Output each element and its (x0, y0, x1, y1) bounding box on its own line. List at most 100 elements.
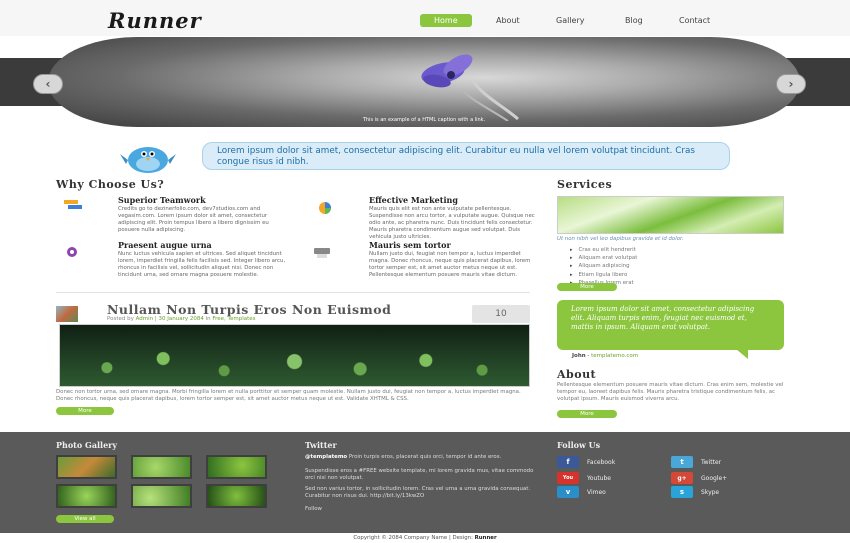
feature-mauris: Mauris sem tortor Nullam justo dui, feug… (369, 240, 539, 279)
copyright-text: Copyright © 2084 Company Name | Design: (353, 535, 473, 541)
testimonial-site-link[interactable]: templatemo.com (591, 353, 638, 359)
feature-body: Nunc luctus vehicula sapien et ultrices.… (118, 251, 286, 278)
vimeo-icon: v (557, 486, 579, 498)
printer-icon (314, 244, 334, 260)
follow-title: Follow Us (557, 440, 601, 450)
copyright: Copyright © 2084 Company Name | Design: … (0, 533, 850, 543)
nav-gallery[interactable]: Gallery (556, 14, 585, 27)
gallery-thumb[interactable] (131, 484, 192, 508)
slider-caption[interactable]: This is an example of a HTML caption wit… (48, 117, 800, 123)
gallery-view-all-button[interactable]: View all (56, 515, 114, 523)
chevron-right-icon: › (788, 77, 794, 91)
about-body: Pellentesque elementum posuere mauris vi… (557, 382, 784, 402)
nav-blog[interactable]: Blog (625, 14, 643, 27)
copyright-brand-link[interactable]: Runner (475, 535, 497, 541)
feature-title: Praesent augue urna (118, 240, 212, 250)
social-label: Google+ (701, 474, 728, 482)
tweet-text: Sed non varius tortor, in sollicitudin l… (305, 486, 531, 499)
site-logo[interactable]: Runner (108, 8, 202, 33)
post-meta-in: in (205, 316, 211, 322)
social-label: Vimeo (587, 488, 606, 496)
feature-praesent: Praesent augue urna Nunc luctus vehicula… (118, 240, 288, 279)
nav-home[interactable]: Home (420, 14, 472, 27)
twitter-bird-icon (120, 147, 176, 173)
post-categories-link[interactable]: Free, Templates (212, 316, 255, 322)
services-list: Cras eu elit hendrerit Aliquam erat volu… (570, 246, 638, 287)
about-title: About (557, 368, 597, 381)
image-slider: This is an example of a HTML caption wit… (48, 37, 800, 127)
post-meta-prefix: Posted by (107, 316, 134, 322)
intro-bubble: Lorem ipsum dolor sit amet, consectetur … (202, 142, 730, 170)
testimonial-quote: Lorem ipsum dolor sit amet, consectetur … (557, 300, 784, 350)
gallery-thumb[interactable] (131, 455, 192, 479)
social-vimeo[interactable]: v Vimeo (557, 486, 606, 498)
social-skype[interactable]: s Skype (671, 486, 719, 498)
why-title: Why Choose Us? (56, 178, 165, 191)
gallery-thumb[interactable] (56, 484, 117, 508)
post-more-button[interactable]: More (56, 407, 114, 415)
skype-icon: s (671, 486, 693, 498)
tweet-text: Suspendisse eros a #FREE website templat… (305, 468, 534, 481)
social-youtube[interactable]: You Youtube (557, 472, 611, 484)
nav-about[interactable]: About (496, 14, 520, 27)
tweet-text: Proin turpis eros, placerat quis orci, t… (348, 454, 502, 460)
feature-title: Mauris sem tortor (369, 240, 451, 250)
tweet: Suspendisse eros a #FREE website templat… (305, 468, 535, 482)
chevron-left-icon: ‹ (45, 77, 51, 91)
social-label: Youtube (587, 474, 611, 482)
social-googleplus[interactable]: g+ Google+ (671, 472, 727, 484)
social-label: Twitter (701, 458, 722, 466)
twitter-follow-link[interactable]: Follow (305, 506, 535, 513)
post-author-link[interactable]: Admin (136, 316, 154, 322)
services-image (557, 196, 784, 234)
feature-teamwork: Superior Teamwork Credits go to dezinerf… (118, 195, 288, 234)
social-label: Skype (701, 488, 720, 496)
twitter-title: Twitter (305, 440, 337, 450)
divider (56, 292, 530, 293)
gallery-title: Photo Gallery (56, 440, 118, 450)
youtube-icon: You (557, 472, 579, 484)
about-more-button[interactable]: More (557, 410, 617, 418)
tweet: Sed non varius tortor, in sollicitudin l… (305, 486, 535, 500)
testimonial-name: John (572, 353, 586, 359)
gallery-thumb[interactable] (206, 484, 267, 508)
pie-chart-icon (318, 200, 338, 216)
feature-marketing: Effective Marketing Mauris quis elit est… (369, 195, 539, 241)
post-title[interactable]: Nullam Non Turpis Eros Non Euismod (107, 302, 391, 317)
social-facebook[interactable]: f Facebook (557, 456, 615, 468)
gallery-thumb[interactable] (206, 455, 267, 479)
tweet: @templatemo Proin turpis eros, placerat … (305, 454, 535, 461)
services-title: Services (557, 178, 613, 191)
feature-body: Credits go to dezinerfolio.com, dev7stud… (118, 206, 269, 233)
list-item[interactable]: Aliquam adipiscing (570, 262, 637, 270)
post-thumbnail (56, 306, 78, 322)
feature-body: Mauris quis elit est non ante vulputate … (369, 206, 535, 240)
post-date: 30 January 2084 (158, 316, 204, 322)
comment-count-badge[interactable]: 10 (472, 305, 530, 323)
nav-contact[interactable]: Contact (679, 14, 710, 27)
speaker-icon (64, 244, 84, 260)
tweet-user[interactable]: @templatemo (305, 454, 347, 460)
feature-body: Nullam justo dui, feugiat non tempor a, … (369, 251, 531, 278)
gallery-thumb[interactable] (56, 455, 117, 479)
quote-tail (736, 349, 748, 359)
google-plus-icon: g+ (671, 472, 693, 484)
post-image (59, 324, 530, 387)
slider-next-button[interactable]: › (776, 74, 806, 94)
teamwork-icon (64, 198, 84, 214)
facebook-icon: f (557, 456, 579, 468)
services-caption: Ut non nibh vel leo dapibus gravida et i… (557, 236, 684, 242)
post-body: Donec non tortor urna, sed ornare magna.… (56, 389, 521, 402)
post-meta: Posted by Admin | 30 January 2084 in Fre… (107, 316, 256, 322)
services-more-button[interactable]: More (557, 283, 617, 291)
list-item[interactable]: Etiam ligula libero (570, 271, 637, 279)
twitter-icon: t (671, 456, 693, 468)
slider-prev-button[interactable]: ‹ (33, 74, 63, 94)
social-twitter[interactable]: t Twitter (671, 456, 721, 468)
feature-title: Effective Marketing (369, 195, 458, 205)
list-item[interactable]: Aliquam erat volutpat (570, 254, 638, 262)
flower-image (421, 54, 519, 121)
social-label: Facebook (587, 458, 616, 466)
list-item[interactable]: Cras eu elit hendrerit (570, 246, 637, 254)
feature-title: Superior Teamwork (118, 195, 206, 205)
